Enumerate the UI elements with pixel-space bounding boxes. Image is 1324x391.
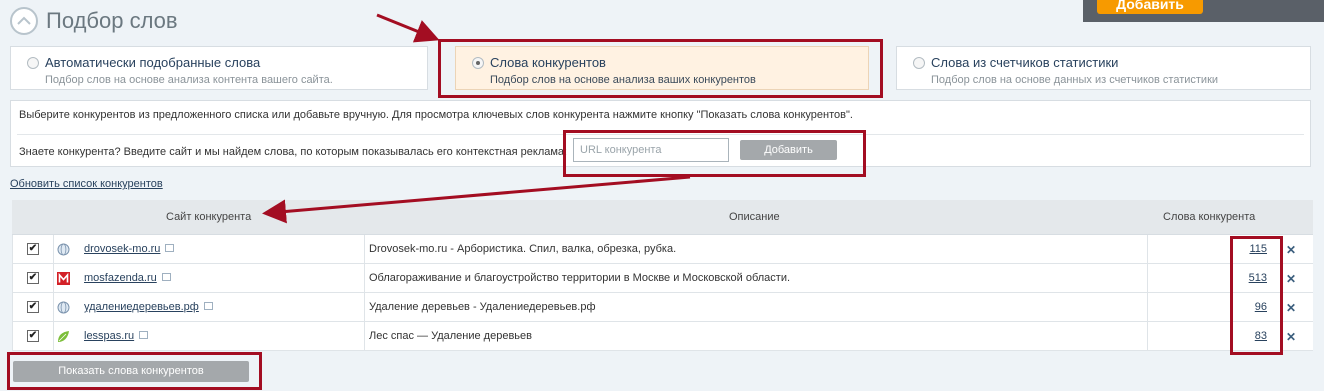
option-competitor-words[interactable]: Слова конкурентов Подбор слов на основе … [455,46,869,90]
radio-auto[interactable] [27,57,39,69]
table-row: ✔ mosfazenda.ru Облагораживание и благоу… [12,264,1313,293]
competitor-description: Удаление деревьев - Удалениедеревьев.рф [369,301,596,313]
option-title: Слова конкурентов [490,55,606,70]
arrow-to-competitor-option [376,13,440,43]
column-divider [1147,264,1148,292]
row-checkbox[interactable]: ✔ [27,301,39,313]
competitor-word-count[interactable]: 96 [1255,301,1267,313]
option-auto-words[interactable]: Автоматически подобранные слова Подбор с… [10,46,428,90]
remove-icon[interactable]: ✕ [1286,330,1296,344]
external-link-icon[interactable] [139,331,149,339]
top-add-button[interactable]: Добавить [1097,0,1203,14]
competitor-url-input[interactable] [573,138,729,162]
column-divider [53,322,54,350]
option-subtitle: Подбор слов на основе анализа контента в… [45,74,333,86]
leaf-icon [57,330,70,343]
competitor-site-link[interactable]: удалениедеревьев.рф [84,301,213,313]
option-subtitle: Подбор слов на основе данных из счетчико… [931,74,1219,86]
competitor-word-count[interactable]: 83 [1255,330,1267,342]
external-link-icon[interactable] [161,273,171,281]
column-divider [1147,293,1148,321]
competitor-description: Drovosek-mo.ru - Арбористика. Спил, валк… [369,243,677,255]
refresh-competitors-link[interactable]: Обновить список конкурентов [10,178,163,190]
competitor-site-link[interactable]: drovosek-mo.ru [84,243,175,255]
column-divider [364,322,365,350]
competitors-table: Сайт конкурента Описание Слова конкурент… [12,200,1313,351]
page-title: Подбор слов [46,8,178,33]
column-divider [53,264,54,292]
table-row: ✔ удалениедеревьев.рф Удаление деревьев … [12,293,1313,322]
show-competitor-words-button[interactable]: Показать слова конкурентов [13,361,249,382]
row-checkbox[interactable]: ✔ [27,243,39,255]
row-checkbox[interactable]: ✔ [27,272,39,284]
page-header: Подбор слов [10,4,178,38]
column-divider [53,235,54,263]
table-header: Сайт конкурента Описание Слова конкурент… [12,200,1313,235]
competitor-description: Лес спас — Удаление деревьев [369,330,532,342]
instructions-text: Выберите конкурентов из предложенного сп… [19,109,853,121]
radio-competitors[interactable] [472,57,484,69]
competitor-word-count[interactable]: 115 [1249,243,1267,255]
option-title: Слова из счетчиков статистики [931,55,1119,70]
chevron-up-icon[interactable] [10,7,38,35]
competitor-url-label: Знаете конкурента? Введите сайт и мы най… [19,146,568,158]
table-row: ✔ drovosek-mo.ru Drovosek-mo.ru - Арбори… [12,235,1313,264]
column-divider [53,293,54,321]
column-header-description: Описание [729,211,780,223]
row-checkbox[interactable]: ✔ [27,330,39,342]
add-competitor-button[interactable]: Добавить [740,140,837,160]
globe-icon [57,301,70,314]
external-link-icon[interactable] [165,244,175,252]
remove-icon[interactable]: ✕ [1286,243,1296,257]
remove-icon[interactable]: ✕ [1286,301,1296,315]
table-row: ✔ lesspas.ru Лес спас — Удаление деревье… [12,322,1313,351]
column-header-words: Слова конкурента [1163,211,1256,223]
option-subtitle: Подбор слов на основе анализа ваших конк… [490,74,756,86]
option-title: Автоматически подобранные слова [45,55,261,70]
competitor-site-link[interactable]: lesspas.ru [84,330,149,342]
globe-icon [57,243,70,256]
column-divider [364,293,365,321]
column-header-site[interactable]: Сайт конкурента [166,211,251,223]
competitor-site-link[interactable]: mosfazenda.ru [84,272,171,284]
divider [17,134,1304,135]
competitor-description: Облагораживание и благоустройство террит… [369,272,791,284]
column-divider [1147,322,1148,350]
radio-stats[interactable] [913,57,925,69]
column-divider [1147,235,1148,263]
competitor-word-count[interactable]: 513 [1249,272,1267,284]
competitor-input-panel: Выберите конкурентов из предложенного сп… [10,100,1311,167]
m-logo-icon [57,272,70,285]
column-divider [364,264,365,292]
column-divider [364,235,365,263]
remove-icon[interactable]: ✕ [1286,272,1296,286]
option-stats-words[interactable]: Слова из счетчиков статистики Подбор сло… [896,46,1311,90]
external-link-icon[interactable] [203,302,213,310]
